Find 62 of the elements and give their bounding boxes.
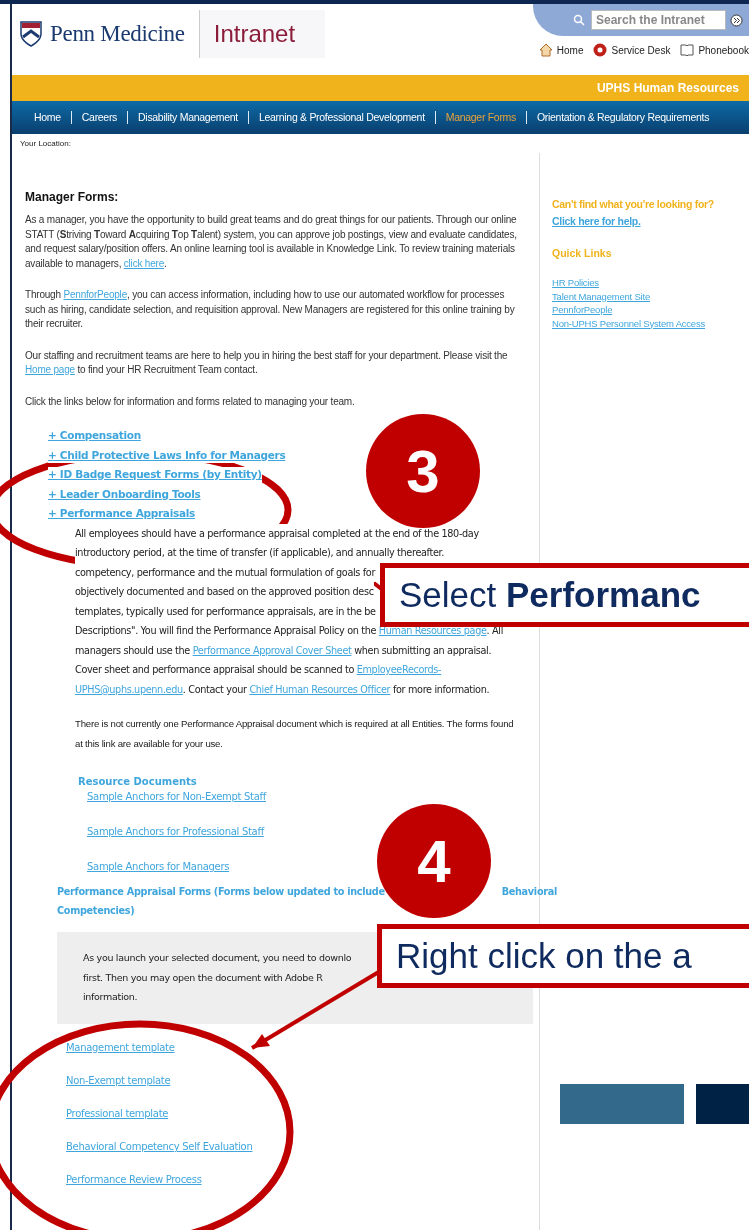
forms-heading: Behavioral bbox=[501, 885, 557, 899]
paragraph: As a manager, you have the opportunity to build great teams and do great things for our patients. Through our online STATT (Striving Toward Acquiring Top Talent) system, you can approve job postings, view and evaluate candidates, and request salary/position offers. An online learning tool is available in Knowledge Link. To review training materials available to managers, click here. bbox=[25, 213, 518, 271]
nav-item[interactable]: Manager Forms bbox=[434, 111, 526, 124]
paragraph: Click the links below for information and forms related to managing your team. bbox=[25, 394, 356, 409]
quick-link[interactable]: HR Policies bbox=[552, 276, 599, 290]
search-icon bbox=[573, 14, 585, 26]
utility-link[interactable]: Phonebook bbox=[680, 43, 749, 57]
quick-link[interactable]: PennforPeople bbox=[552, 303, 613, 317]
logo-text: Penn Medicine bbox=[50, 21, 185, 47]
search-field[interactable]: Search the Intranet bbox=[591, 10, 726, 30]
site-title: Intranet bbox=[198, 10, 326, 58]
form-link[interactable]: Non-Exempt template bbox=[66, 1075, 171, 1086]
quick-link[interactable]: Non-UPHS Personnel System Access bbox=[552, 316, 706, 330]
forms-heading: Competencies) bbox=[57, 905, 135, 916]
section-link[interactable]: + Compensation bbox=[48, 428, 141, 444]
banner-title: UPHS Human Resources bbox=[596, 81, 739, 95]
go-icon[interactable] bbox=[730, 13, 743, 27]
nav-item[interactable]: Orientation & Regulatory Requirements bbox=[526, 111, 720, 124]
help-link[interactable]: Click here for help. bbox=[552, 215, 641, 227]
paragraph: There is not currently one Performance Appraisal document which is required at all Entities. The forms found at this link are available for your use. bbox=[75, 717, 515, 751]
text-link[interactable]: Home page bbox=[25, 364, 75, 375]
book-icon bbox=[680, 43, 695, 57]
form-link[interactable]: Behavioral Competency Self Evaluation bbox=[66, 1141, 253, 1152]
form-link[interactable]: Management template bbox=[66, 1042, 175, 1053]
paragraph: Through PennforPeople, you can access information, including how to use our automated workflow for processes such as hiring, candidate selection, and requisition approval. New Managers are registered for this online training by their recruiter. bbox=[25, 288, 516, 331]
form-link[interactable]: Performance Review Process bbox=[66, 1174, 202, 1185]
nav-item[interactable]: Disability Management bbox=[127, 111, 248, 124]
nav-item[interactable]: Learning & Professional Development bbox=[248, 111, 435, 124]
forms-heading: Performance Appraisal Forms (Forms below updated to include bbox=[57, 885, 385, 899]
text-link[interactable]: PennforPeople bbox=[63, 289, 127, 300]
location-label: Your Location: bbox=[19, 138, 72, 150]
text-link[interactable]: EmployeeRecords- bbox=[356, 664, 442, 675]
form-link[interactable]: Professional template bbox=[66, 1108, 169, 1119]
text-line: As you launch your selected document, you need to downlo bbox=[83, 951, 352, 965]
text-line: first. Then you may open the document with Adobe R bbox=[83, 970, 323, 985]
document-link[interactable]: Sample Anchors for Professional Staff bbox=[87, 826, 264, 837]
nav-item[interactable]: Home bbox=[24, 111, 71, 124]
text-line: information. bbox=[83, 990, 138, 1004]
document-link[interactable]: Sample Anchors for Managers bbox=[87, 861, 230, 872]
utility-link-label: Phonebook bbox=[698, 44, 749, 56]
text-link[interactable]: Chief Human Resources Officer bbox=[249, 683, 391, 695]
text-link[interactable]: Performance Approval Cover Sheet bbox=[192, 644, 352, 656]
badge-icon bbox=[593, 43, 608, 57]
nav-item[interactable]: Careers bbox=[70, 111, 128, 124]
house-icon bbox=[538, 43, 553, 57]
utility-link[interactable]: Home bbox=[538, 43, 584, 57]
step-badge: 3 bbox=[366, 414, 480, 528]
quick-link[interactable]: Talent Management Site bbox=[552, 289, 651, 303]
text-link[interactable]: Human Resources page bbox=[378, 625, 487, 636]
utility-link[interactable]: Service Desk bbox=[593, 43, 671, 57]
shield-logo-icon bbox=[20, 21, 42, 47]
document-link[interactable]: Sample Anchors for Non-Exempt Staff bbox=[87, 791, 266, 802]
page-title: Manager Forms: bbox=[25, 190, 120, 204]
utility-link-label: Home bbox=[556, 44, 584, 56]
text-link[interactable]: UPHS@uphs.upenn.edu bbox=[75, 683, 183, 695]
paragraph: Our staffing and recruitment teams are here to help you in hiring the best staff for your department. Please visit the Home page to find your HR Recruitment Team contact. bbox=[25, 348, 509, 377]
help-prompt: Can't find what you're looking for? bbox=[552, 198, 714, 210]
callout-text: Select Performanc bbox=[399, 575, 701, 615]
callout-text: Right click on the a bbox=[396, 936, 692, 976]
subheading: Resource Documents bbox=[78, 776, 198, 787]
utility-link-label: Service Desk bbox=[611, 44, 671, 56]
quick-links-title: Quick Links bbox=[552, 247, 613, 259]
